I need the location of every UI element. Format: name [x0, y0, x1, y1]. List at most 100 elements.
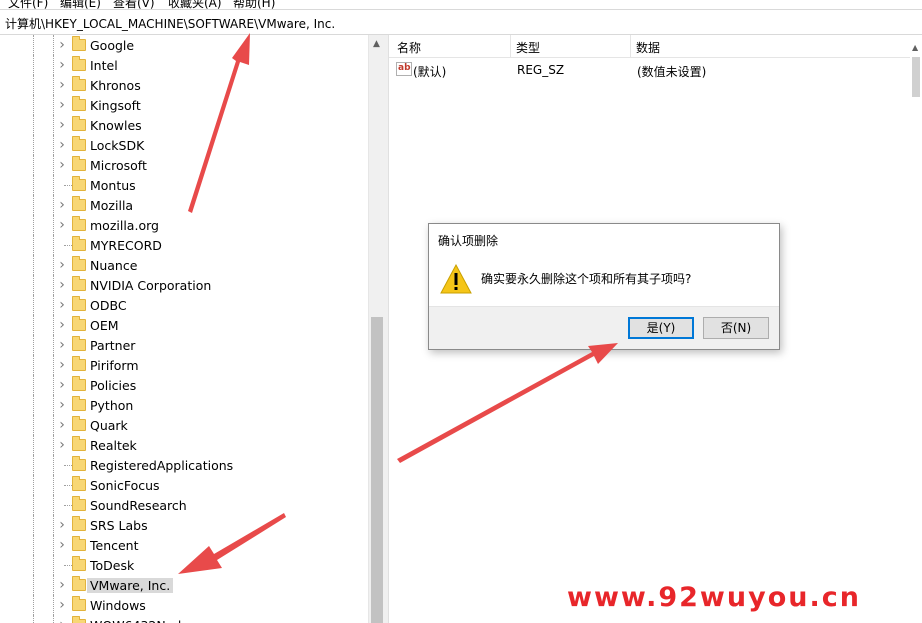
- tree-item[interactable]: › Microsoft: [0, 155, 368, 175]
- menu-item-view[interactable]: 查看(V): [113, 0, 155, 9]
- tree-item[interactable]: › VMware, Inc.: [0, 575, 368, 595]
- column-divider[interactable]: [630, 35, 631, 57]
- chevron-right-icon[interactable]: ›: [57, 138, 67, 152]
- tree-guide-line: [53, 575, 54, 595]
- tree-item-label: Khronos: [90, 78, 141, 93]
- chevron-right-icon[interactable]: ›: [57, 618, 67, 623]
- menu-item-edit[interactable]: 编辑(E): [60, 0, 101, 9]
- chevron-right-icon[interactable]: ›: [57, 398, 67, 412]
- folder-icon: [72, 336, 86, 351]
- chevron-right-icon[interactable]: ›: [57, 98, 67, 112]
- chevron-right-icon[interactable]: ›: [57, 538, 67, 552]
- chevron-right-icon[interactable]: ›: [57, 218, 67, 232]
- tree-item[interactable]: › Kingsoft: [0, 95, 368, 115]
- chevron-right-icon[interactable]: ›: [57, 158, 67, 172]
- address-path[interactable]: 计算机\HKEY_LOCAL_MACHINE\SOFTWARE\VMware, …: [5, 15, 335, 32]
- value-data: (数值未设置): [637, 65, 707, 79]
- tree-item[interactable]: › Partner: [0, 335, 368, 355]
- value-type: REG_SZ: [517, 63, 565, 77]
- column-name[interactable]: 名称: [397, 39, 421, 56]
- chevron-right-icon[interactable]: ›: [57, 358, 67, 372]
- tree-item-label: ToDesk: [90, 558, 135, 573]
- scroll-up-icon[interactable]: ▲: [373, 39, 380, 49]
- tree-guide-line: [33, 155, 34, 175]
- tree-guide-line: [53, 415, 54, 435]
- tree-item[interactable]: › Realtek: [0, 435, 368, 455]
- tree-item[interactable]: › LockSDK: [0, 135, 368, 155]
- menu-item-file[interactable]: 文件(F): [8, 0, 48, 9]
- menu-item-help[interactable]: 帮助(H): [233, 0, 275, 9]
- chevron-right-icon[interactable]: ›: [57, 258, 67, 272]
- chevron-right-icon[interactable]: ›: [57, 598, 67, 612]
- tree-item[interactable]: Montus: [0, 175, 368, 195]
- tree-item[interactable]: SoundResearch: [0, 495, 368, 515]
- tree-item-label: Piriform: [90, 358, 139, 373]
- tree-item[interactable]: › SRS Labs: [0, 515, 368, 535]
- chevron-right-icon[interactable]: ›: [57, 518, 67, 532]
- tree-guide-line: [53, 355, 54, 375]
- chevron-right-icon[interactable]: ›: [57, 438, 67, 452]
- chevron-right-icon[interactable]: ›: [57, 118, 67, 132]
- tree-item[interactable]: › Quark: [0, 415, 368, 435]
- folder-icon: [72, 36, 86, 51]
- chevron-right-icon[interactable]: ›: [57, 78, 67, 92]
- yes-button[interactable]: 是(Y): [628, 317, 694, 339]
- tree-item[interactable]: › OEM: [0, 315, 368, 335]
- column-data[interactable]: 数据: [636, 39, 660, 56]
- tree-item[interactable]: SonicFocus: [0, 475, 368, 495]
- menu-item-favorites[interactable]: 收藏夹(A): [168, 0, 222, 9]
- folder-icon: [72, 296, 86, 311]
- tree-item[interactable]: › Windows: [0, 595, 368, 615]
- tree-item[interactable]: › NVIDIA Corporation: [0, 275, 368, 295]
- tree-item[interactable]: › Policies: [0, 375, 368, 395]
- chevron-right-icon[interactable]: ›: [57, 58, 67, 72]
- tree-guide-line: [33, 435, 34, 455]
- chevron-right-icon[interactable]: ›: [57, 318, 67, 332]
- column-divider[interactable]: [510, 35, 511, 57]
- list-scrollbar[interactable]: ▲: [910, 35, 922, 623]
- tree-scroll-thumb[interactable]: [371, 317, 383, 623]
- folder-icon: [72, 536, 86, 551]
- tree-item[interactable]: › Intel: [0, 55, 368, 75]
- tree-guide-line: [53, 535, 54, 555]
- folder-icon: [72, 496, 86, 511]
- tree-guide-line: [53, 215, 54, 235]
- menu-bar: 文件(F) 编辑(E) 查看(V) 收藏夹(A) 帮助(H): [0, 0, 922, 9]
- chevron-right-icon[interactable]: ›: [57, 418, 67, 432]
- tree-item[interactable]: › Knowles: [0, 115, 368, 135]
- tree-item[interactable]: › Piriform: [0, 355, 368, 375]
- tree-item[interactable]: › WOW6432Node: [0, 615, 368, 623]
- tree-item-label: RegisteredApplications: [90, 458, 234, 473]
- tree-item[interactable]: › Mozilla: [0, 195, 368, 215]
- tree-guide-line: [53, 255, 54, 275]
- tree-item[interactable]: › mozilla.org: [0, 215, 368, 235]
- value-name: (默认): [413, 65, 447, 79]
- tree-item[interactable]: ToDesk: [0, 555, 368, 575]
- column-type[interactable]: 类型: [516, 39, 540, 56]
- chevron-right-icon[interactable]: ›: [57, 298, 67, 312]
- chevron-right-icon[interactable]: ›: [57, 198, 67, 212]
- tree-item[interactable]: › Khronos: [0, 75, 368, 95]
- list-scroll-thumb[interactable]: [912, 57, 920, 97]
- tree-item[interactable]: MYRECORD: [0, 235, 368, 255]
- tree-item[interactable]: › Nuance: [0, 255, 368, 275]
- tree-item[interactable]: › Tencent: [0, 535, 368, 555]
- chevron-right-icon[interactable]: ›: [57, 338, 67, 352]
- no-button[interactable]: 否(N): [703, 317, 769, 339]
- tree-guide-line: [33, 275, 34, 295]
- tree-branch-line: [64, 485, 72, 486]
- address-bar[interactable]: 计算机\HKEY_LOCAL_MACHINE\SOFTWARE\VMware, …: [0, 9, 922, 35]
- tree-guide-line: [33, 375, 34, 395]
- tree-scrollbar[interactable]: ▲: [368, 35, 385, 623]
- tree-item[interactable]: › Google: [0, 35, 368, 55]
- scroll-up-icon[interactable]: ▲: [912, 43, 918, 52]
- chevron-right-icon[interactable]: ›: [57, 278, 67, 292]
- chevron-right-icon[interactable]: ›: [57, 578, 67, 592]
- chevron-right-icon[interactable]: ›: [57, 38, 67, 52]
- dialog-message: 确实要永久删除这个项和所有其子项吗?: [481, 272, 692, 286]
- chevron-right-icon[interactable]: ›: [57, 378, 67, 392]
- tree-item[interactable]: RegisteredApplications: [0, 455, 368, 475]
- list-item[interactable]: ab (默认) REG_SZ (数值未设置): [389, 61, 909, 79]
- tree-item[interactable]: › ODBC: [0, 295, 368, 315]
- tree-item[interactable]: › Python: [0, 395, 368, 415]
